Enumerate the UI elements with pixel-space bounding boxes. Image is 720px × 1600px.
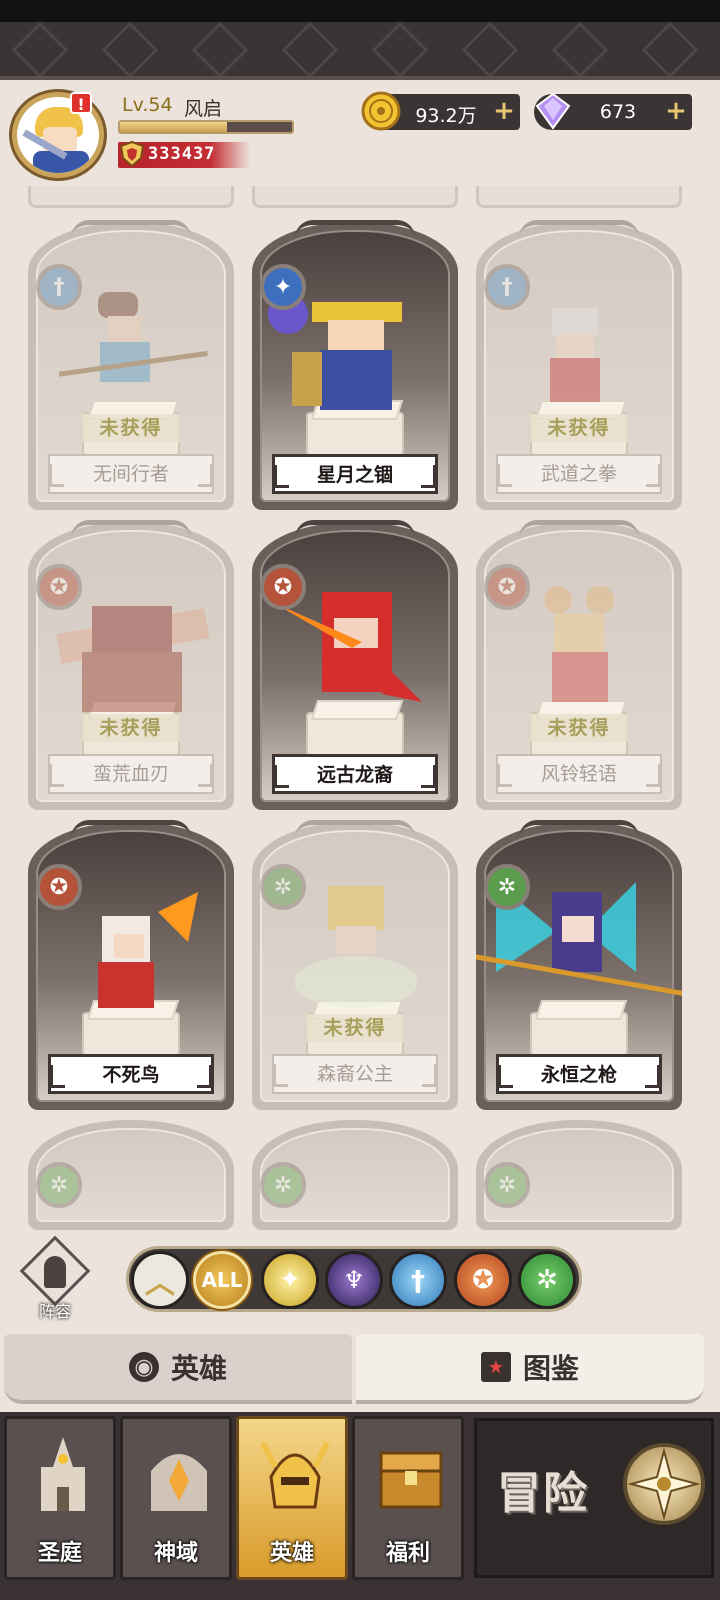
wolf-class-icon: ✪ — [484, 564, 530, 610]
chest-icon — [379, 1451, 443, 1509]
not-owned-label: 未获得 — [82, 714, 180, 742]
hero-card[interactable]: † 未获得无间行者 — [28, 220, 234, 510]
adventure-label: 冒险 — [497, 1468, 589, 1519]
nav-label: 福利 — [385, 1541, 430, 1566]
helmet-icon — [260, 1441, 330, 1509]
collapse-filter-button[interactable]: ︿ — [131, 1251, 189, 1309]
tab-codex[interactable]: ★ 图鉴 — [356, 1334, 704, 1404]
hero-card[interactable]: † 未获得武道之拳 — [476, 220, 682, 510]
adventure-button[interactable]: 冒险 — [474, 1418, 714, 1578]
hero-name: 永恒之枪 — [496, 1054, 662, 1094]
player-level: Lv.54 — [122, 94, 173, 116]
hero-name: 不死鸟 — [48, 1054, 214, 1094]
hero-card-partial[interactable]: ✲ — [252, 1120, 458, 1230]
not-owned-label: 未获得 — [82, 414, 180, 442]
nav-label: 英雄 — [269, 1541, 314, 1566]
tree-class-icon: ✲ — [260, 864, 306, 910]
tab-heroes[interactable]: ◉ 英雄 — [4, 1334, 352, 1404]
tree-class-icon: ✲ — [484, 864, 530, 910]
not-owned-label: 未获得 — [530, 414, 628, 442]
tab-codex-label: 图鉴 — [522, 1352, 579, 1385]
star-class-icon: ✦ — [260, 264, 306, 310]
nav-rewards[interactable]: 福利 — [352, 1416, 464, 1580]
filter-all-button[interactable]: ALL — [193, 1251, 251, 1309]
not-owned-label: 未获得 — [530, 714, 628, 742]
star-card-icon: ★ — [480, 1352, 511, 1382]
power-value: 333437 — [148, 144, 216, 164]
wolf-class-icon: ✪ — [36, 564, 82, 610]
hero-card[interactable]: ✪ 未获得风铃轻语 — [476, 520, 682, 810]
hero-name: 蛮荒血刃 — [48, 754, 214, 794]
castle-icon — [41, 1437, 85, 1511]
filter-star-class-button[interactable]: ✦ — [261, 1251, 319, 1309]
hero-card[interactable]: ✲ 永恒之枪 — [476, 820, 682, 1110]
wolf-class-icon: ✪ — [260, 564, 306, 610]
filter-tree-class-button[interactable]: ✲ — [518, 1251, 576, 1309]
diamond-icon — [535, 92, 571, 130]
gate-icon — [151, 1454, 207, 1511]
hero-card[interactable]: ✪ 不死鸟 — [28, 820, 234, 1110]
lineup-label: 阵容 — [38, 1302, 71, 1321]
filter-wolf-class-button[interactable]: ✪ — [454, 1251, 512, 1309]
lineup-button[interactable]: 阵容 — [19, 1235, 91, 1321]
gem-counter: 673 + — [534, 92, 692, 130]
gem-value: 673 — [599, 101, 637, 123]
hero-card-partial[interactable]: ✲ — [28, 1120, 234, 1230]
card-stub — [252, 186, 458, 208]
nav-divine-realm[interactable]: 神域 — [120, 1416, 232, 1580]
hero-name: 星月之锢 — [272, 454, 438, 494]
gold-value: 93.2万 — [415, 105, 477, 127]
card-stub — [476, 186, 682, 208]
blade-class-icon: † — [484, 264, 530, 310]
status-strip — [0, 0, 720, 22]
filter-demon-class-button[interactable]: ♆ — [325, 1251, 383, 1309]
tree-class-icon: ✲ — [484, 1162, 530, 1208]
tree-class-icon: ✲ — [36, 1162, 82, 1208]
not-owned-label: 未获得 — [306, 1014, 404, 1042]
hero-card[interactable]: ✪ 远古龙裔 — [252, 520, 458, 810]
card-stub — [28, 186, 234, 208]
compass-icon — [623, 1443, 705, 1525]
gold-coin-icon — [361, 91, 401, 131]
add-gem-button[interactable]: + — [664, 98, 688, 124]
gold-counter: 93.2万 + — [361, 91, 520, 131]
add-gold-button[interactable]: + — [492, 98, 516, 124]
hero-name: 森裔公主 — [272, 1054, 438, 1094]
hero-card[interactable]: ✦ 星月之锢 — [252, 220, 458, 510]
top-decor-band — [0, 22, 720, 80]
nav-label: 圣庭 — [37, 1541, 82, 1566]
hero-card[interactable]: ✲ 未获得森裔公主 — [252, 820, 458, 1110]
chess-pawn-icon — [44, 1256, 66, 1288]
exp-bar — [118, 120, 294, 134]
filter-blade-class-button[interactable]: † — [389, 1251, 447, 1309]
nav-label: 神域 — [153, 1541, 198, 1566]
player-name: 风启 — [184, 98, 223, 120]
alert-badge: ! — [70, 92, 92, 114]
hero-card-partial[interactable]: ✲ — [476, 1120, 682, 1230]
hero-name: 风铃轻语 — [496, 754, 662, 794]
hero-name: 无间行者 — [48, 454, 214, 494]
nav-sanctuary[interactable]: 圣庭 — [4, 1416, 116, 1580]
blade-class-icon: † — [36, 264, 82, 310]
tree-class-icon: ✲ — [260, 1162, 306, 1208]
hero-name: 远古龙裔 — [272, 754, 438, 794]
tab-heroes-label: 英雄 — [170, 1352, 227, 1385]
hero-card[interactable]: ✪ 未获得蛮荒血刃 — [28, 520, 234, 810]
helmet-icon: ◉ — [128, 1352, 159, 1382]
wolf-class-icon: ✪ — [36, 864, 82, 910]
power-shield-icon — [119, 140, 145, 168]
hero-name: 武道之拳 — [496, 454, 662, 494]
nav-heroes[interactable]: 英雄 — [236, 1416, 348, 1580]
